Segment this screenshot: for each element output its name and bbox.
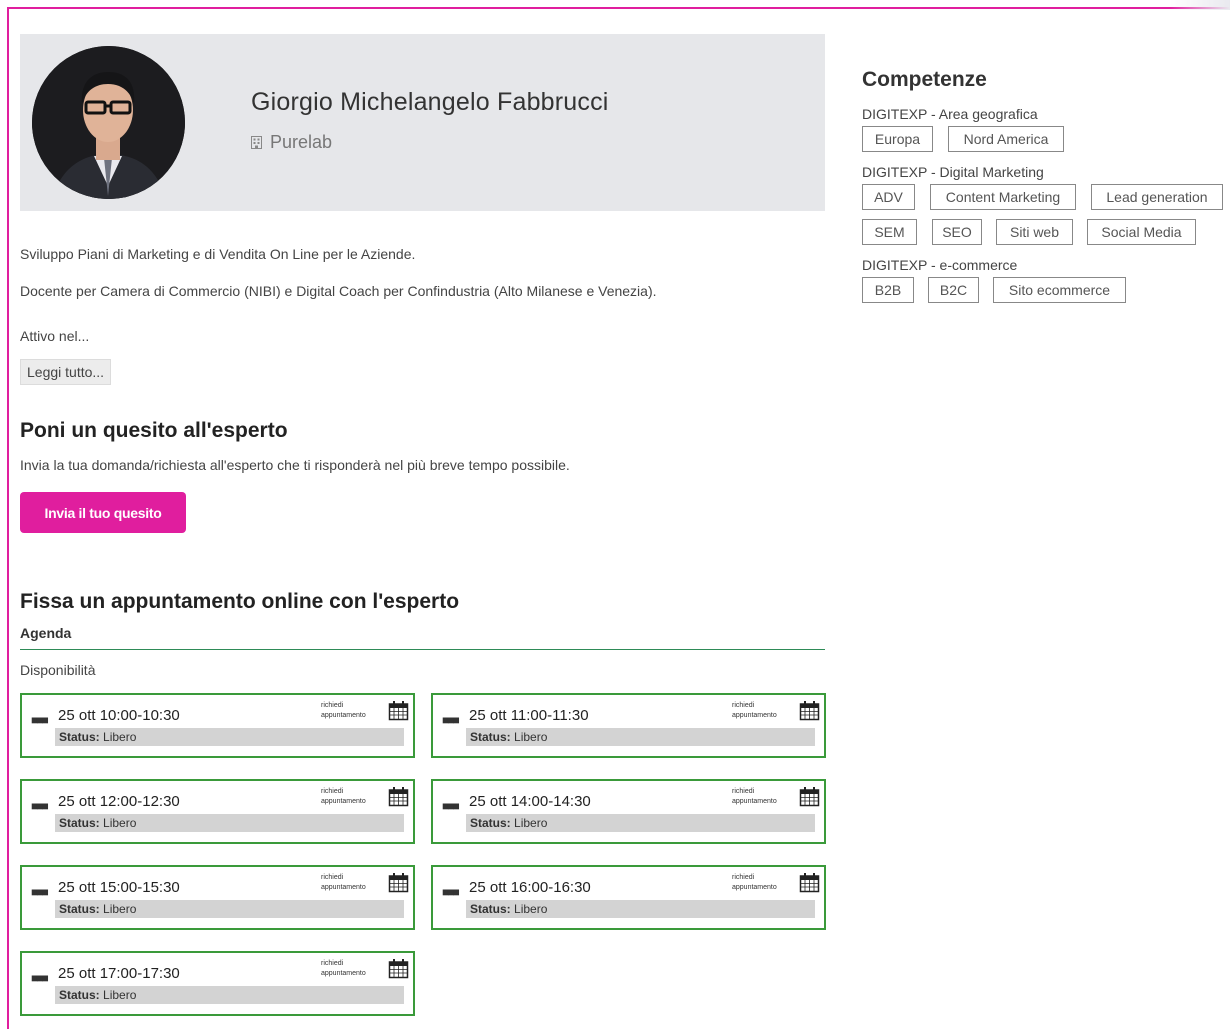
more-icon[interactable]: ■■■ (31, 885, 49, 899)
calendar-icon[interactable] (799, 700, 820, 721)
corner-fade (1170, 0, 1230, 10)
profile-header: Giorgio Michelangelo Fabbrucci Purelab (20, 34, 825, 211)
slot-time: 25 ott 11:00-11:30 (469, 707, 589, 724)
appointment-title: Fissa un appuntamento online con l'esper… (20, 590, 460, 613)
skill-tag[interactable]: B2C (928, 277, 979, 303)
request-appointment-link[interactable]: richiedi appuntamento (321, 959, 385, 979)
skill-tag[interactable]: Social Media (1087, 219, 1196, 245)
send-question-button[interactable]: Invia il tuo quesito (20, 492, 186, 533)
request-appointment-link[interactable]: richiedi appuntamento (732, 701, 796, 721)
slot-card[interactable]: ■■■ 25 ott 17:00-17:30 richiedi appuntam… (20, 951, 415, 1016)
slot-card[interactable]: ■■■ 25 ott 10:00-10:30 richiedi appuntam… (20, 693, 415, 758)
calendar-icon[interactable] (799, 786, 820, 807)
slot-status: Status: Libero (55, 814, 404, 832)
slot-card[interactable]: ■■■ 25 ott 14:00-14:30 richiedi appuntam… (431, 779, 826, 844)
slot-status: Status: Libero (466, 814, 815, 832)
request-appointment-link[interactable]: richiedi appuntamento (732, 787, 796, 807)
skill-tag[interactable]: Content Marketing (930, 184, 1076, 210)
more-icon[interactable]: ■■■ (442, 885, 460, 899)
calendar-icon[interactable] (388, 872, 409, 893)
availability-label: Disponibilità (20, 662, 96, 678)
calendar-icon[interactable] (388, 786, 409, 807)
skill-category-label: DIGITEXP - e-commerce (862, 257, 1018, 273)
avatar-portrait-icon (32, 46, 185, 199)
more-icon[interactable]: ■■■ (31, 971, 49, 985)
slot-time: 25 ott 14:00-14:30 (469, 793, 591, 810)
bio-line-3: Attivo nel... (20, 328, 90, 344)
slot-time: 25 ott 15:00-15:30 (58, 879, 180, 896)
agenda-label: Agenda (20, 625, 72, 641)
question-description: Invia la tua domanda/richiesta all'esper… (20, 457, 570, 473)
calendar-icon[interactable] (388, 700, 409, 721)
slot-status: Status: Libero (55, 728, 404, 746)
skill-tag[interactable]: SEM (862, 219, 917, 245)
expert-name: Giorgio Michelangelo Fabbrucci (251, 88, 609, 116)
slot-time: 25 ott 16:00-16:30 (469, 879, 591, 896)
skills-title: Competenze (862, 68, 987, 91)
skill-tag[interactable]: Sito ecommerce (993, 277, 1126, 303)
more-icon[interactable]: ■■■ (31, 713, 49, 727)
skill-category-label: DIGITEXP - Digital Marketing (862, 164, 1044, 180)
slot-card[interactable]: ■■■ 25 ott 15:00-15:30 richiedi appuntam… (20, 865, 415, 930)
read-more-button[interactable]: Leggi tutto... (20, 359, 112, 385)
skill-category-label: DIGITEXP - Area geografica (862, 106, 1038, 122)
calendar-icon[interactable] (388, 958, 409, 979)
skill-tag[interactable]: Lead generation (1091, 184, 1223, 210)
slot-card[interactable]: ■■■ 25 ott 12:00-12:30 richiedi appuntam… (20, 779, 415, 844)
skill-tag[interactable]: ADV (862, 184, 915, 210)
slot-status: Status: Libero (466, 728, 815, 746)
company-name: Purelab (270, 132, 333, 152)
slot-status: Status: Libero (55, 900, 404, 918)
skill-tag[interactable]: Siti web (996, 219, 1073, 245)
slot-card[interactable]: ■■■ 25 ott 11:00-11:30 richiedi appuntam… (431, 693, 826, 758)
slot-status: Status: Libero (55, 986, 404, 1004)
company-line: Purelab (251, 132, 332, 153)
request-appointment-link[interactable]: richiedi appuntamento (732, 873, 796, 893)
slot-card[interactable]: ■■■ 25 ott 16:00-16:30 richiedi appuntam… (431, 865, 826, 930)
building-icon (251, 136, 262, 149)
bio-line-1: Sviluppo Piani di Marketing e di Vendita… (20, 246, 416, 262)
slot-time: 25 ott 17:00-17:30 (58, 965, 180, 982)
question-title: Poni un quesito all'esperto (20, 419, 288, 442)
slot-status: Status: Libero (466, 900, 815, 918)
slot-time: 25 ott 10:00-10:30 (58, 707, 180, 724)
bio-line-2: Docente per Camera di Commercio (NIBI) e… (20, 283, 657, 299)
agenda-divider (20, 649, 825, 650)
avatar (32, 46, 185, 199)
more-icon[interactable]: ■■■ (442, 799, 460, 813)
more-icon[interactable]: ■■■ (442, 713, 460, 727)
skill-tag[interactable]: Europa (862, 126, 933, 152)
skill-tag[interactable]: SEO (932, 219, 982, 245)
request-appointment-link[interactable]: richiedi appuntamento (321, 701, 385, 721)
slot-time: 25 ott 12:00-12:30 (58, 793, 180, 810)
calendar-icon[interactable] (799, 872, 820, 893)
request-appointment-link[interactable]: richiedi appuntamento (321, 787, 385, 807)
more-icon[interactable]: ■■■ (31, 799, 49, 813)
request-appointment-link[interactable]: richiedi appuntamento (321, 873, 385, 893)
skill-tag[interactable]: Nord America (948, 126, 1064, 152)
skill-tag[interactable]: B2B (862, 277, 914, 303)
